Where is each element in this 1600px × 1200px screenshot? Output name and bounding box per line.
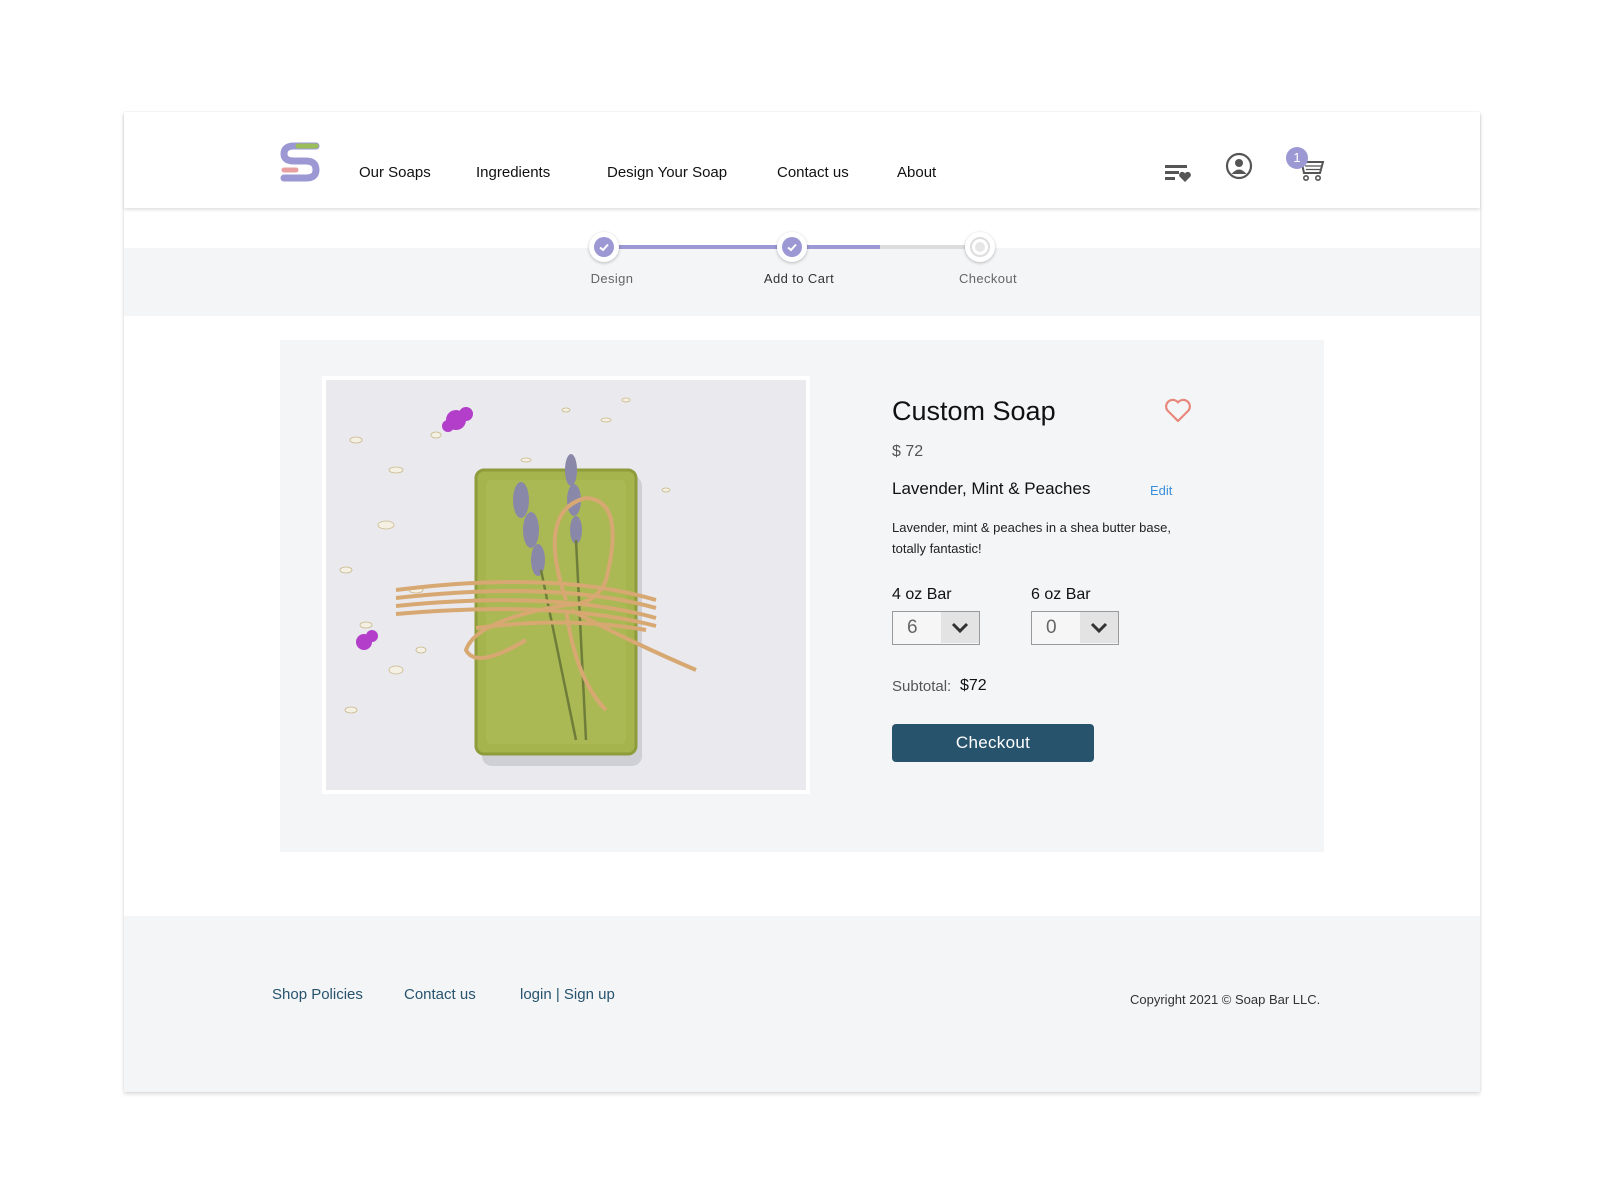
- size-4oz-label: 4 oz Bar: [892, 586, 952, 603]
- quantity-6oz-select[interactable]: 0: [1031, 611, 1119, 645]
- step-checkout-label: Checkout: [958, 271, 1018, 286]
- nav-design-your-soap[interactable]: Design Your Soap: [607, 164, 727, 181]
- check-icon: [787, 243, 797, 252]
- step-add-to-cart-label: Add to Cart: [763, 271, 835, 286]
- footer-login-signup[interactable]: login | Sign up: [520, 986, 615, 1003]
- page-frame: Our Soaps Ingredients Design Your Soap C…: [124, 112, 1480, 1092]
- step-checkout-marker: [965, 232, 995, 262]
- copyright-text: Copyright 2021 © Soap Bar LLC.: [1130, 992, 1321, 1007]
- progress-fill: [616, 245, 880, 249]
- site-header: Our Soaps Ingredients Design Your Soap C…: [124, 112, 1480, 208]
- nav-our-soaps[interactable]: Our Soaps: [359, 164, 431, 181]
- quantity-4oz-select[interactable]: 6: [892, 611, 980, 645]
- checkout-button[interactable]: Checkout: [892, 724, 1094, 762]
- checkout-progress: Design Add to Cart Checkout: [124, 232, 1480, 316]
- chevron-down-icon[interactable]: [1080, 612, 1118, 643]
- product-description: Lavender, mint & peaches in a shea butte…: [892, 520, 1171, 556]
- footer-shop-policies[interactable]: Shop Policies: [272, 986, 363, 1003]
- account-icon[interactable]: [1225, 152, 1253, 185]
- nav-contact-us[interactable]: Contact us: [777, 164, 849, 181]
- cart-count-badge: 1: [1286, 147, 1308, 169]
- product-scent-name: Lavender, Mint & Peaches: [892, 479, 1091, 498]
- step-design-marker: [589, 232, 619, 262]
- step-add-to-cart-marker: [777, 232, 807, 262]
- wishlist-icon[interactable]: [1164, 162, 1192, 189]
- favorite-heart-icon[interactable]: [1164, 398, 1192, 428]
- product-title: Custom Soap: [892, 396, 1056, 426]
- product-price: $ 72: [892, 443, 924, 460]
- soap-bar-image: [326, 380, 806, 790]
- size-6oz-label: 6 oz Bar: [1031, 586, 1091, 603]
- step-design-label: Design: [590, 271, 634, 286]
- chevron-down-icon[interactable]: [941, 612, 979, 643]
- site-footer: Shop Policies Contact us login | Sign up…: [124, 916, 1480, 1092]
- product-photo: [322, 376, 810, 794]
- subtotal-value: $72: [960, 677, 987, 694]
- nav-ingredients[interactable]: Ingredients: [476, 164, 550, 181]
- nav-about[interactable]: About: [897, 164, 936, 181]
- subtotal-label: Subtotal:: [892, 678, 952, 695]
- quantity-6oz-value: 0: [1046, 617, 1057, 638]
- quantity-4oz-value: 6: [907, 617, 918, 638]
- check-icon: [599, 243, 609, 252]
- brand-logo[interactable]: [280, 142, 320, 184]
- footer-contact-us[interactable]: Contact us: [404, 986, 476, 1003]
- product-card: Custom Soap $ 72 Lavender, Mint & Peache…: [280, 340, 1324, 852]
- edit-link[interactable]: Edit: [1150, 483, 1172, 498]
